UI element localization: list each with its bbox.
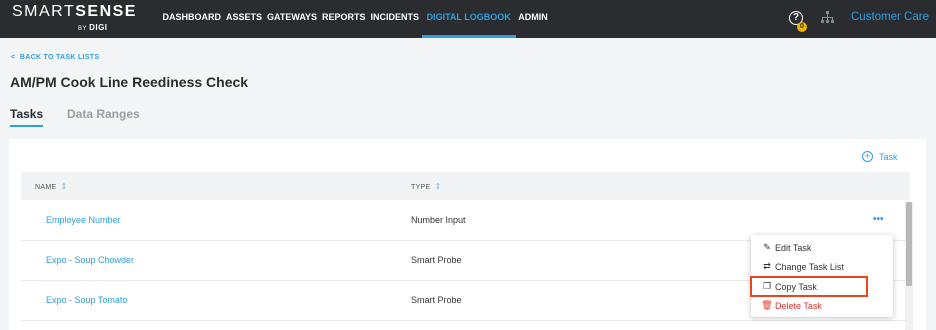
add-task-label: Task <box>879 151 898 162</box>
plus-circle-icon: + <box>862 151 873 162</box>
logo-text-light: SMART <box>12 3 76 20</box>
back-link-label: BACK TO TASK LISTS <box>19 54 100 61</box>
menu-item-label: Edit Task <box>775 242 812 253</box>
smartsense-logo[interactable]: SMARTSENSE BY DIGI <box>12 3 137 32</box>
nav-dashboard[interactable]: DASHBOARD <box>160 0 224 38</box>
tab-data-ranges[interactable]: Data Ranges <box>67 107 140 121</box>
add-task-button[interactable]: + Task <box>862 151 898 162</box>
customer-care-link[interactable]: Customer Care <box>851 11 929 23</box>
active-tab-indicator <box>10 125 43 127</box>
task-name-link[interactable]: Expo - Soup Chowder <box>46 255 134 265</box>
nav-gateways[interactable]: GATEWAYS <box>265 0 320 38</box>
nav-incidents[interactable]: INCIDENTS <box>368 0 422 38</box>
column-header-name[interactable]: NAME ⇕ <box>35 182 67 191</box>
sort-icon: ⇕ <box>434 182 442 191</box>
scrollbar-thumb[interactable] <box>906 202 912 286</box>
nav-digital-logbook[interactable]: DIGITAL LOGBOOK <box>421 0 516 38</box>
more-options-icon[interactable]: ••• <box>873 215 884 225</box>
column-header-type[interactable]: TYPE ⇕ <box>411 182 442 191</box>
pencil-icon: ✎ <box>763 242 771 252</box>
swap-arrows-icon: ⇄ <box>763 261 771 271</box>
help-notification-badge: 0 <box>797 22 807 32</box>
logo-text-bold: SENSE <box>75 3 137 20</box>
nav-reports[interactable]: REPORTS <box>320 0 369 38</box>
tab-tasks[interactable]: Tasks <box>10 107 43 121</box>
menu-item-label: Delete Task <box>775 300 822 311</box>
logo-by-text: BY <box>78 26 87 32</box>
nav-assets[interactable]: ASSETS <box>224 0 265 38</box>
chevron-left-icon: < <box>11 54 16 61</box>
task-type: Smart Probe <box>411 295 462 305</box>
top-navigation-bar: SMARTSENSE BY DIGI DASHBOARD ASSETS GATE… <box>0 0 936 38</box>
organization-icon[interactable] <box>821 11 834 24</box>
task-type: Smart Probe <box>411 255 462 265</box>
back-to-task-lists-link[interactable]: < BACK TO TASK LISTS <box>11 54 99 61</box>
menu-item-delete-task[interactable]: 🗑 Delete Task <box>761 300 822 311</box>
page-title: AM/PM Cook Line Reediness Check <box>10 74 249 90</box>
column-header-type-label: TYPE <box>411 184 431 191</box>
nav-admin[interactable]: ADMIN <box>516 0 551 38</box>
table-header <box>21 172 910 200</box>
main-nav: DASHBOARD ASSETS GATEWAYS REPORTS INCIDE… <box>160 0 550 38</box>
menu-item-change-task-list[interactable]: ⇄ Change Task List <box>761 261 844 272</box>
trash-icon: 🗑 <box>761 300 773 310</box>
logo-digi-text: DIGI <box>89 23 108 32</box>
menu-item-edit-task[interactable]: ✎ Edit Task <box>761 242 811 253</box>
menu-item-label: Change Task List <box>775 261 844 272</box>
column-header-name-label: NAME <box>35 184 57 191</box>
task-name-link[interactable]: Expo - Soup Tomato <box>46 295 127 305</box>
copy-task-highlight-box <box>750 276 868 297</box>
task-name-link[interactable]: Employee Number <box>46 215 121 225</box>
task-type: Number Input <box>411 215 466 225</box>
sort-icon: ⇕ <box>60 182 68 191</box>
